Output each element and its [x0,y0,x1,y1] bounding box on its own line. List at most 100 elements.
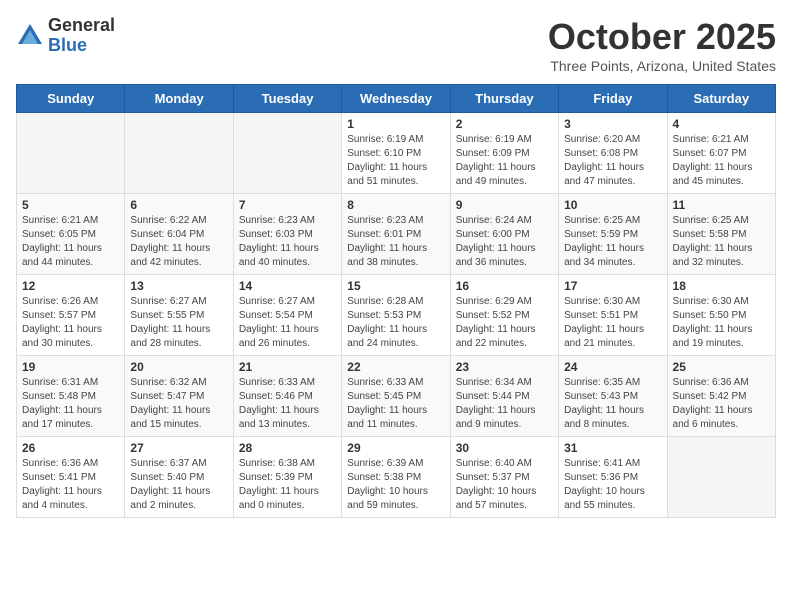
day-cell-1: 1Sunrise: 6:19 AM Sunset: 6:10 PM Daylig… [342,113,450,194]
day-info: Sunrise: 6:37 AM Sunset: 5:40 PM Dayligh… [130,457,227,513]
calendar-table: SundayMondayTuesdayWednesdayThursdayFrid… [16,84,776,518]
day-number: 31 [564,441,661,455]
day-cell-15: 15 Sunrise: 6:28 AM Sunset: 5:53 PM Dayli… [342,275,450,356]
logo: General Blue [16,16,115,56]
day-cell-5: 5 Sunrise: 6:21 AM Sunset: 6:05 PM Daylig… [17,194,125,275]
day-info: Sunrise: 6:36 AM Sunset: 5:41 PM Dayligh… [22,457,119,513]
day-info: Sunrise: 6:38 AM Sunset: 5:39 PM Dayligh… [239,457,336,513]
day-number: 6 [130,198,227,212]
day-cell-23: 23 Sunrise: 6:34 AM Sunset: 5:44 PM Dayli… [450,356,558,437]
day-number: 25 [673,360,770,374]
month-title: October 2025 [548,16,776,58]
day-cell-19: 19 Sunrise: 6:31 AM Sunset: 5:48 PM Dayli… [17,356,125,437]
day-info: Sunrise: 6:32 AM Sunset: 5:47 PM Dayligh… [130,376,227,432]
day-info: Sunrise: 6:30 AM Sunset: 5:51 PM Dayligh… [564,295,661,351]
day-info: Sunrise: 6:34 AM Sunset: 5:44 PM Dayligh… [456,376,553,432]
day-number: 29 [347,441,444,455]
empty-cell [233,113,341,194]
weekday-header-friday: Friday [559,85,667,113]
day-cell-31: 31 Sunrise: 6:41 AM Sunset: 5:36 PM Dayli… [559,437,667,518]
day-cell-22: 22 Sunrise: 6:33 AM Sunset: 5:45 PM Dayli… [342,356,450,437]
day-info: Sunrise: 6:24 AM Sunset: 6:00 PM Dayligh… [456,214,553,270]
week-row-3: 12Sunrise: 6:26 AM Sunset: 5:57 PM Dayli… [17,275,776,356]
weekday-header-monday: Monday [125,85,233,113]
weekday-header-sunday: Sunday [17,85,125,113]
day-info: Sunrise: 6:40 AM Sunset: 5:37 PM Dayligh… [456,457,553,513]
day-info: Sunrise: 6:25 AM Sunset: 5:58 PM Dayligh… [673,214,770,270]
day-number: 23 [456,360,553,374]
day-cell-13: 13Sunrise: 6:27 AM Sunset: 5:55 PM Dayli… [125,275,233,356]
day-number: 13 [130,279,227,293]
day-number: 18 [673,279,770,293]
day-cell-16: 16 Sunrise: 6:29 AM Sunset: 5:52 PM Dayli… [450,275,558,356]
day-cell-3: 3 Sunrise: 6:20 AM Sunset: 6:08 PM Daylig… [559,113,667,194]
weekday-header-saturday: Saturday [667,85,775,113]
day-number: 9 [456,198,553,212]
day-info: Sunrise: 6:35 AM Sunset: 5:43 PM Dayligh… [564,376,661,432]
day-info: Sunrise: 6:27 AM Sunset: 5:54 PM Dayligh… [239,295,336,351]
week-row-4: 19 Sunrise: 6:31 AM Sunset: 5:48 PM Dayli… [17,356,776,437]
day-number: 21 [239,360,336,374]
day-number: 28 [239,441,336,455]
day-number: 5 [22,198,119,212]
day-number: 22 [347,360,444,374]
logo-icon [16,22,44,50]
weekday-header-row: SundayMondayTuesdayWednesdayThursdayFrid… [17,85,776,113]
day-info: Sunrise: 6:33 AM Sunset: 5:46 PM Dayligh… [239,376,336,432]
day-cell-8: 8 Sunrise: 6:23 AM Sunset: 6:01 PM Daylig… [342,194,450,275]
day-info: Sunrise: 6:36 AM Sunset: 5:42 PM Dayligh… [673,376,770,432]
day-cell-20: 20 Sunrise: 6:32 AM Sunset: 5:47 PM Dayli… [125,356,233,437]
day-info: Sunrise: 6:22 AM Sunset: 6:04 PM Dayligh… [130,214,227,270]
day-number: 3 [564,117,661,131]
day-number: 2 [456,117,553,131]
empty-cell [17,113,125,194]
location-text: Three Points, Arizona, United States [548,58,776,74]
day-number: 20 [130,360,227,374]
logo-general-text: General [48,16,115,36]
day-info: Sunrise: 6:19 AM Sunset: 6:10 PM Dayligh… [347,133,444,189]
day-cell-18: 18 Sunrise: 6:30 AM Sunset: 5:50 PM Dayli… [667,275,775,356]
day-cell-17: 17 Sunrise: 6:30 AM Sunset: 5:51 PM Dayli… [559,275,667,356]
page-header: General Blue October 2025 Three Points, … [16,16,776,74]
weekday-header-thursday: Thursday [450,85,558,113]
day-number: 11 [673,198,770,212]
day-info: Sunrise: 6:31 AM Sunset: 5:48 PM Dayligh… [22,376,119,432]
day-number: 19 [22,360,119,374]
day-cell-11: 11 Sunrise: 6:25 AM Sunset: 5:58 PM Dayli… [667,194,775,275]
day-cell-2: 2Sunrise: 6:19 AM Sunset: 6:09 PM Daylig… [450,113,558,194]
day-info: Sunrise: 6:33 AM Sunset: 5:45 PM Dayligh… [347,376,444,432]
weekday-header-wednesday: Wednesday [342,85,450,113]
day-cell-10: 10Sunrise: 6:25 AM Sunset: 5:59 PM Dayli… [559,194,667,275]
day-number: 4 [673,117,770,131]
day-number: 17 [564,279,661,293]
empty-cell [667,437,775,518]
day-number: 27 [130,441,227,455]
day-cell-12: 12Sunrise: 6:26 AM Sunset: 5:57 PM Dayli… [17,275,125,356]
day-number: 16 [456,279,553,293]
week-row-5: 26 Sunrise: 6:36 AM Sunset: 5:41 PM Dayli… [17,437,776,518]
day-number: 7 [239,198,336,212]
day-info: Sunrise: 6:26 AM Sunset: 5:57 PM Dayligh… [22,295,119,351]
title-section: October 2025 Three Points, Arizona, Unit… [548,16,776,74]
day-number: 14 [239,279,336,293]
day-cell-30: 30 Sunrise: 6:40 AM Sunset: 5:37 PM Dayli… [450,437,558,518]
day-number: 10 [564,198,661,212]
day-number: 15 [347,279,444,293]
day-cell-25: 25 Sunrise: 6:36 AM Sunset: 5:42 PM Dayli… [667,356,775,437]
logo-blue-text: Blue [48,36,115,56]
day-cell-6: 6 Sunrise: 6:22 AM Sunset: 6:04 PM Daylig… [125,194,233,275]
week-row-2: 5 Sunrise: 6:21 AM Sunset: 6:05 PM Daylig… [17,194,776,275]
day-info: Sunrise: 6:21 AM Sunset: 6:05 PM Dayligh… [22,214,119,270]
day-number: 30 [456,441,553,455]
day-info: Sunrise: 6:30 AM Sunset: 5:50 PM Dayligh… [673,295,770,351]
day-info: Sunrise: 6:23 AM Sunset: 6:01 PM Dayligh… [347,214,444,270]
day-number: 26 [22,441,119,455]
day-info: Sunrise: 6:41 AM Sunset: 5:36 PM Dayligh… [564,457,661,513]
day-info: Sunrise: 6:28 AM Sunset: 5:53 PM Dayligh… [347,295,444,351]
day-number: 8 [347,198,444,212]
day-cell-21: 21 Sunrise: 6:33 AM Sunset: 5:46 PM Dayli… [233,356,341,437]
day-info: Sunrise: 6:29 AM Sunset: 5:52 PM Dayligh… [456,295,553,351]
weekday-header-tuesday: Tuesday [233,85,341,113]
day-cell-4: 4Sunrise: 6:21 AM Sunset: 6:07 PM Daylig… [667,113,775,194]
day-info: Sunrise: 6:20 AM Sunset: 6:08 PM Dayligh… [564,133,661,189]
